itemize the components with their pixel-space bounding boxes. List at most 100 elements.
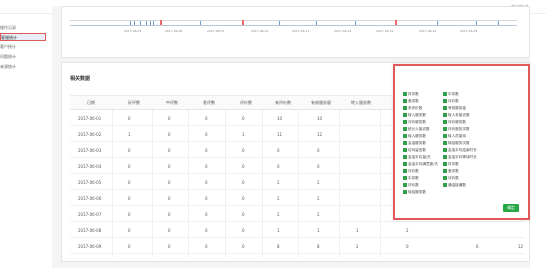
chart-date: 2017-06-25 (460, 29, 478, 33)
chart-tick (150, 21, 151, 25)
filter-option[interactable]: 好评数 (443, 161, 459, 167)
checkbox-icon[interactable] (443, 162, 447, 166)
filter-option[interactable]: 会话平均量/天 (403, 154, 431, 160)
filter-option[interactable]: 转入服务数 (403, 133, 426, 139)
column-header: 来评价数 (275, 100, 291, 105)
filter-option[interactable]: 来评价数 (403, 105, 422, 111)
checkbox-icon[interactable] (443, 169, 447, 173)
column-header: 日期 (87, 100, 95, 105)
filter-option[interactable]: 差评数 (403, 98, 419, 104)
chart-tick (316, 21, 317, 25)
column-header: 中评数 (166, 100, 178, 105)
filter-option[interactable]: 好评数 (403, 91, 419, 97)
column-header: 有效服务量 (311, 100, 331, 105)
checkbox-icon[interactable] (403, 99, 407, 103)
checkbox-icon[interactable] (403, 176, 407, 180)
filter-option[interactable]: 评价数 (403, 182, 419, 188)
sidebar-item-label: 问题统计 (0, 54, 16, 59)
filter-option[interactable]: 会话平均满意度/天 (403, 161, 438, 167)
column-header: 好评数 (128, 100, 140, 105)
filter-option[interactable]: 转给服务数 (403, 189, 426, 195)
column-header: 转入服务数 (351, 100, 371, 105)
chart-date: 2017-06-01 (124, 29, 142, 33)
filter-option[interactable]: 会话平均等待时长 (443, 154, 477, 160)
chart-date: 2017-06-19 (376, 29, 394, 33)
chart-tick (476, 21, 477, 25)
column-header: 评价数 (240, 100, 252, 105)
checkbox-icon[interactable] (443, 141, 447, 145)
filter-option[interactable]: 评价数 (443, 175, 459, 181)
sidebar-item-label: 客户统计 (0, 44, 16, 49)
checkbox-icon[interactable] (403, 120, 407, 124)
column-filter-popup: 好评数 差评数 来评价数 转入服务数 评价服务数 统计人接访数 转入服务数 会话… (393, 64, 530, 220)
checkbox-icon[interactable] (443, 106, 447, 110)
table-row: 2017-06-09 0 0 0 0 8 8 2 0 6 12 (70, 238, 525, 254)
filter-option[interactable]: 转给服务次数 (443, 140, 470, 146)
chart-tick (140, 21, 141, 25)
chart-tick (279, 21, 280, 25)
checkbox-icon[interactable] (443, 183, 447, 187)
checkbox-icon[interactable] (403, 155, 407, 159)
filter-option[interactable]: 会话服务数 (403, 140, 426, 146)
filter-option[interactable]: 统计人接访数 (403, 126, 430, 132)
checkbox-icon[interactable] (403, 169, 407, 173)
chart-date: 2017-06-07 (207, 29, 225, 33)
sidebar: 操作记录 客服统计 客户统计 问题统计 来源统计 (0, 14, 46, 268)
checkbox-icon[interactable] (443, 92, 447, 96)
checkbox-icon[interactable] (443, 134, 447, 138)
sidebar-item-customers[interactable]: 客户统计 (0, 43, 46, 51)
checkbox-icon[interactable] (403, 127, 407, 131)
checkbox-icon[interactable] (403, 113, 407, 117)
checkbox-icon[interactable] (403, 162, 407, 166)
sidebar-item-issues[interactable]: 问题统计 (0, 53, 46, 61)
checkbox-icon[interactable] (443, 113, 447, 117)
filter-option[interactable]: 转人未接访数 (443, 112, 470, 118)
chart-axis (70, 20, 517, 21)
filter-option[interactable]: 评价数 (403, 168, 419, 174)
filter-option[interactable]: 转入服务数 (403, 112, 426, 118)
checkbox-icon[interactable] (403, 106, 407, 110)
filter-option[interactable]: 评价服务数 (443, 119, 466, 125)
filter-option[interactable]: 评价服务次数 (443, 126, 470, 132)
chart-date: 2017-06-06 (165, 29, 183, 33)
filter-option[interactable]: 访问留言数 (403, 147, 426, 153)
filter-option[interactable]: 评价数 (443, 98, 459, 104)
chart-marker (395, 20, 397, 25)
sidebar-item-label: 客服统计 (1, 35, 17, 40)
confirm-button[interactable]: 确定 (503, 204, 519, 212)
sidebar-item-sources[interactable]: 来源统计 (0, 63, 46, 71)
checkbox-icon[interactable] (403, 148, 407, 152)
sidebar-item-operations[interactable]: 操作记录 (0, 24, 46, 32)
checkbox-icon[interactable] (403, 92, 407, 96)
filter-option[interactable]: 中评数 (403, 175, 419, 181)
column-header: 差评数 (203, 100, 215, 105)
filter-option[interactable]: 评价服务数 (403, 119, 426, 125)
chart-marker (242, 20, 244, 25)
filter-option[interactable]: 中评数 (443, 91, 459, 97)
checkbox-icon[interactable] (443, 99, 447, 103)
checkbox-icon[interactable] (443, 155, 447, 159)
chart-tick (200, 21, 201, 25)
filter-option[interactable]: 差评数 (443, 168, 459, 174)
chart-date: 2017-06-22 (419, 29, 437, 33)
chart-tick (153, 21, 154, 25)
filter-option[interactable]: 通话接通数 (443, 182, 466, 188)
checkbox-icon[interactable] (403, 190, 407, 194)
chart-tick (498, 21, 499, 25)
checkbox-icon[interactable] (443, 120, 447, 124)
checkbox-icon[interactable] (403, 141, 407, 145)
checkbox-icon[interactable] (403, 183, 407, 187)
filter-option[interactable]: 会话平均结束时长 (443, 147, 477, 153)
sidebar-item-customer-service[interactable]: 客服统计 (0, 33, 46, 41)
checkbox-icon[interactable] (443, 127, 447, 131)
filter-option[interactable]: 转人员接待 (443, 133, 466, 139)
checkbox-icon[interactable] (403, 134, 407, 138)
chart-date: 2017-06-13 (292, 29, 310, 33)
filter-option[interactable]: 有效服务量 (443, 105, 466, 111)
chart-tick (355, 21, 356, 25)
table-row: 2017-06-08 0 0 0 0 1 1 1 2 (70, 222, 525, 238)
chart-date: 2017-06-16 (334, 29, 352, 33)
chart-tick (146, 21, 147, 25)
checkbox-icon[interactable] (443, 148, 447, 152)
checkbox-icon[interactable] (443, 176, 447, 180)
